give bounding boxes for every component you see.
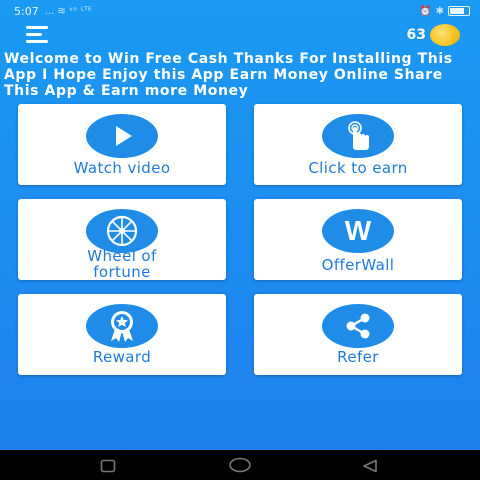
recent-apps-icon[interactable] — [100, 458, 116, 477]
alarm-icon: ⏰ — [419, 5, 432, 17]
share-icon — [322, 304, 394, 348]
badge-icon — [86, 304, 158, 348]
click-to-earn-button[interactable]: Click to earn — [254, 104, 462, 185]
click-to-earn-label: Click to earn — [308, 159, 408, 177]
coin-icon — [430, 24, 460, 46]
watch-video-button[interactable]: Watch video — [18, 104, 226, 185]
reward-label: Reward — [92, 348, 152, 366]
signal-icons: ... ≋ ᵛᵒ ᴸᵀᴱ — [44, 5, 92, 17]
navigation-bar — [0, 450, 480, 480]
watch-video-label: Watch video — [73, 159, 171, 177]
coin-balance: 63 — [407, 24, 460, 46]
battery-icon — [448, 6, 470, 16]
wheel-of-fortune-label: Wheel of fortune — [87, 247, 157, 280]
back-icon[interactable] — [362, 458, 378, 477]
offerwall-label: OfferWall — [321, 256, 395, 274]
welcome-text: Welcome to Win Free Cash Thanks For Inst… — [4, 51, 453, 99]
wheel-of-fortune-button[interactable]: Wheel of fortune — [18, 199, 226, 280]
menu-icon[interactable] — [26, 26, 48, 44]
bluetooth-icon: ✱ — [435, 5, 444, 17]
play-icon — [86, 114, 158, 158]
refer-button[interactable]: Refer — [254, 294, 462, 375]
reward-button[interactable]: Reward — [18, 294, 226, 375]
refer-label: Refer — [337, 348, 379, 366]
app-bar: 63 — [0, 22, 480, 48]
status-bar: 5:07 ... ≋ ᵛᵒ ᴸᵀᴱ ⏰ ✱ — [0, 0, 480, 22]
w-letter-icon: W — [322, 209, 394, 253]
home-icon[interactable] — [228, 457, 252, 477]
status-time: 5:07 — [14, 4, 39, 18]
tap-hand-icon — [322, 114, 394, 158]
coin-count: 63 — [406, 27, 426, 43]
offerwall-button[interactable]: W OfferWall — [254, 199, 462, 280]
